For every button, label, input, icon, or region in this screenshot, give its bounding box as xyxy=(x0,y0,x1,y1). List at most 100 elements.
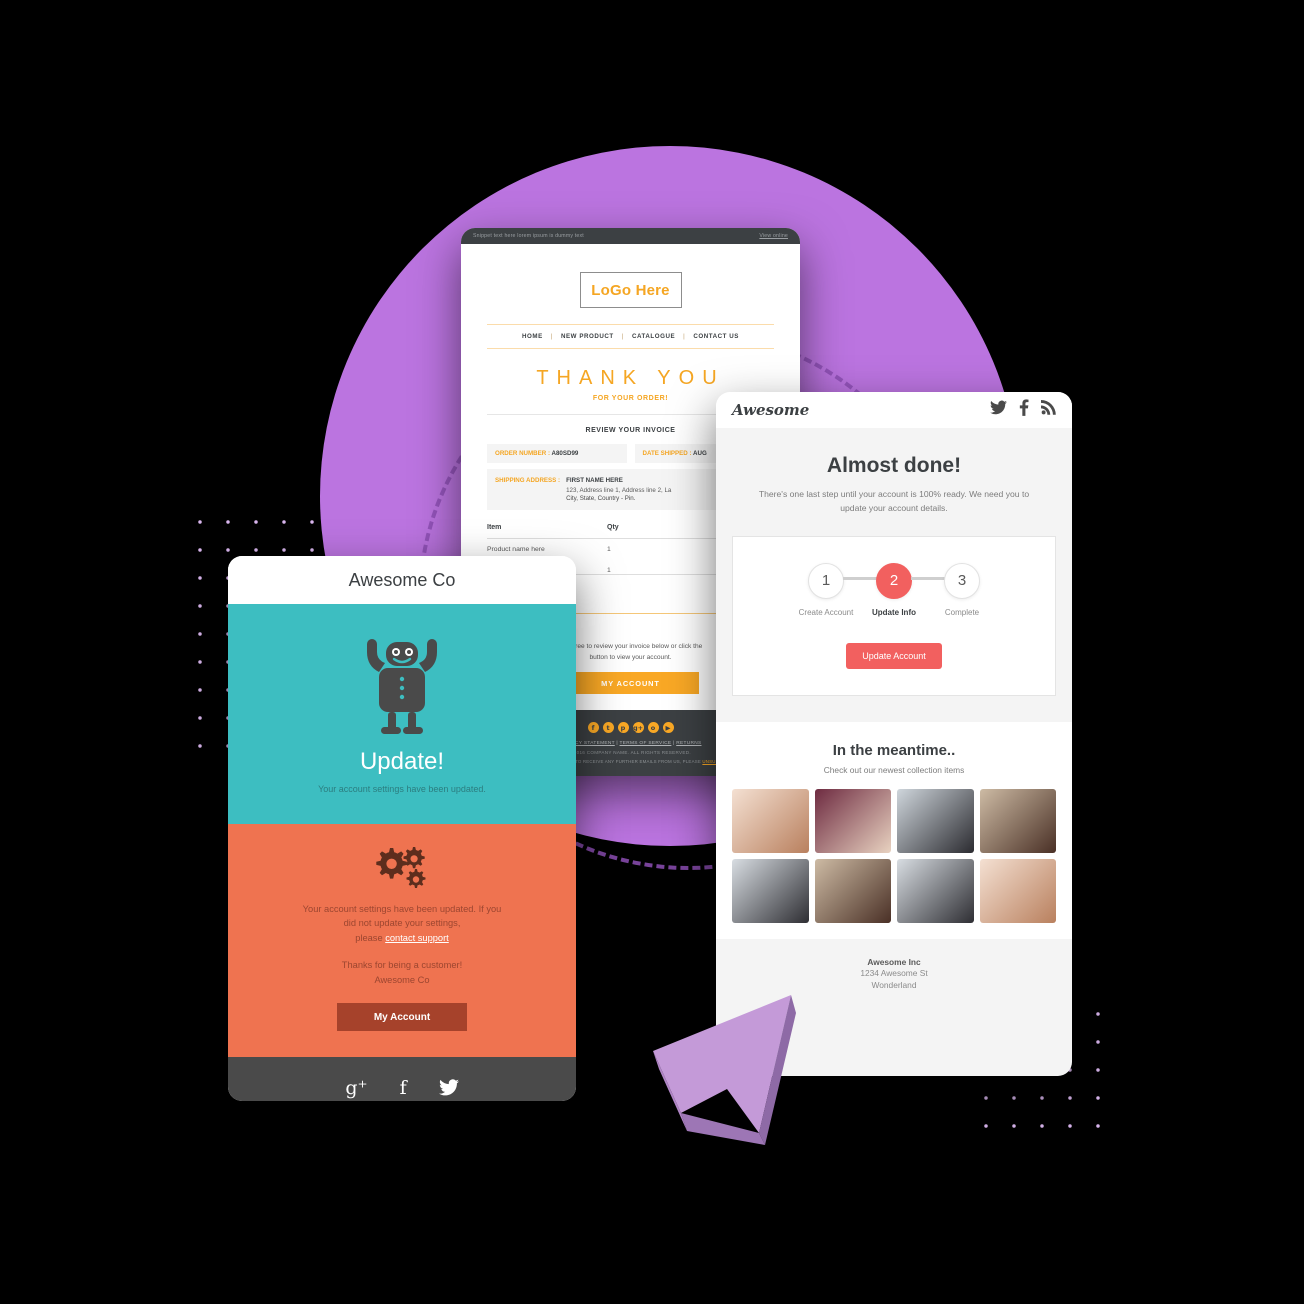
awesome-co-hero: Update! Your account settings have been … xyxy=(228,604,576,824)
progress-stepper: 1 Create Account 2 Update Info 3 Complet… xyxy=(733,562,1055,617)
my-account-button[interactable]: MY ACCOUNT xyxy=(562,672,699,695)
contact-support-link[interactable]: contact support xyxy=(385,933,449,943)
facebook-icon[interactable]: f xyxy=(587,722,599,734)
collection-gallery xyxy=(732,788,1056,923)
meantime-section: In the meantime.. Check out our newest c… xyxy=(716,721,1072,939)
almost-done-hero: Almost done! There's one last step until… xyxy=(716,428,1072,516)
almost-done-title: Almost done! xyxy=(826,454,962,477)
awesome-logo: Awesome xyxy=(732,401,810,419)
footer-company-name: Awesome Inc xyxy=(867,956,921,967)
awesome-co-message: Your account settings have been updated.… xyxy=(258,902,546,945)
twitter-icon[interactable] xyxy=(990,400,1007,420)
shipping-line-2: City, State, Country - Pin. xyxy=(566,495,636,503)
nav-item-catalogue[interactable]: CATALOGUE xyxy=(632,333,675,340)
update-subheading: Your account settings have been updated. xyxy=(318,784,486,794)
cell-item: Product name here xyxy=(487,546,545,554)
woman-drinking-photo[interactable] xyxy=(979,858,1056,923)
thanks-line-2: Awesome Co xyxy=(374,974,430,985)
red-shoes-photo[interactable] xyxy=(897,788,974,853)
invoice-preheader: Snippet text here lorem ipsum is dummy t… xyxy=(461,228,800,244)
gears-icon xyxy=(376,847,426,888)
terms-of-service-link[interactable]: TERMS OF SERVICE xyxy=(620,741,672,746)
order-number-value: A80SD99 xyxy=(551,450,579,457)
twitter-icon[interactable]: t xyxy=(602,722,614,734)
nav-separator: | xyxy=(550,333,553,340)
footer-street: 1234 Awesome St xyxy=(860,967,928,978)
date-shipped-value: AUG xyxy=(693,450,707,457)
view-online-link[interactable]: View online xyxy=(759,233,788,239)
youtube-icon[interactable]: ▶ xyxy=(662,722,674,734)
step-2-bubble: 2 xyxy=(876,562,912,599)
rss-icon[interactable] xyxy=(1041,400,1056,420)
step-create-account[interactable]: 1 Create Account xyxy=(787,562,865,617)
thanks-line-1: Thanks for being a customer! xyxy=(341,960,463,971)
footer-separator: | xyxy=(673,741,675,747)
shipping-line-1: 123, Address line 1, Address line 2, La xyxy=(566,487,672,494)
instagram-icon[interactable]: o xyxy=(647,722,659,734)
awesome-co-email-card: Awesome Co Update! Your account settings… xyxy=(228,556,576,1101)
step-2-label: Update Info xyxy=(872,607,916,617)
returns-link[interactable]: RETURNS xyxy=(676,741,701,746)
almost-done-email-card: Awesome Almost done! There's one last st… xyxy=(716,392,1072,1076)
awesome-co-footer: g⁺ f View in browser | Unsubscribe | Con… xyxy=(228,1057,576,1101)
invoice-nav: HOME | NEW PRODUCT | CATALOGUE | CONTACT… xyxy=(487,324,774,349)
awesome-co-thanks: Thanks for being a customer! Awesome Co xyxy=(258,958,546,987)
sunglasses-portrait-photo[interactable] xyxy=(814,858,891,923)
leather-jacket-photo[interactable] xyxy=(732,858,809,923)
step-3-label: Complete xyxy=(944,607,980,617)
shipping-address-label: SHIPPING ADDRESS : xyxy=(495,477,561,484)
cell-qty: 1 xyxy=(607,567,611,575)
nav-item-contact-us[interactable]: CONTACT US xyxy=(693,333,739,340)
twitter-bird-icon xyxy=(438,1079,459,1096)
shipping-name: FIRST NAME HERE xyxy=(566,477,623,484)
update-account-button[interactable]: Update Account xyxy=(846,642,942,669)
shipping-address-value: FIRST NAME HERE 123, Address line 1, Add… xyxy=(566,477,671,502)
step-1-label: Create Account xyxy=(798,607,854,617)
date-shipped-label: DATE SHIPPED : xyxy=(642,450,692,457)
robot-icon xyxy=(367,639,437,734)
twitter-icon[interactable] xyxy=(438,1079,459,1100)
pinterest-icon[interactable]: p xyxy=(617,722,629,734)
nav-separator: | xyxy=(683,333,686,340)
googleplus-icon[interactable]: g⁺ xyxy=(345,1079,367,1100)
awesome-co-header: Awesome Co xyxy=(228,556,576,604)
leather-jacket-photo[interactable] xyxy=(897,858,974,923)
woman-drinking-photo[interactable] xyxy=(732,788,809,853)
step-3-bubble: 3 xyxy=(944,562,980,599)
almost-done-social-row xyxy=(990,399,1056,421)
update-heading: Update! xyxy=(359,748,445,775)
hat-detail-photo[interactable] xyxy=(814,788,891,853)
progress-card: 1 Create Account 2 Update Info 3 Complet… xyxy=(732,535,1056,696)
order-number-chip: ORDER NUMBER : A80SD99 xyxy=(487,444,627,463)
almost-done-header: Awesome xyxy=(716,392,1072,428)
cell-qty: 1 xyxy=(607,546,611,554)
message-line-1: Your account settings have been updated.… xyxy=(302,904,502,914)
googleplus-icon[interactable]: g+ xyxy=(632,722,644,734)
meantime-subtitle: Check out our newest collection items xyxy=(823,764,965,775)
footer-separator: | xyxy=(616,741,618,747)
please-prefix: please xyxy=(355,932,386,943)
nav-item-home[interactable]: HOME xyxy=(522,333,543,340)
invoice-snippet-text: Snippet text here lorem ipsum is dummy t… xyxy=(473,233,584,239)
mouse-pointer-cursor xyxy=(653,995,796,1145)
column-header-qty: Qty xyxy=(607,524,619,532)
awesome-co-body: Your account settings have been updated.… xyxy=(228,824,576,1058)
facebook-icon[interactable]: f xyxy=(400,1079,407,1100)
thank-you-heading: THANK YOU xyxy=(536,367,725,389)
step-complete[interactable]: 3 Complete xyxy=(923,562,1001,617)
step-update-info[interactable]: 2 Update Info xyxy=(855,562,933,617)
logo-placeholder: LoGo Here xyxy=(579,272,682,308)
my-account-button[interactable]: My Account xyxy=(337,1003,467,1032)
nav-item-new-product[interactable]: NEW PRODUCT xyxy=(561,333,614,340)
meantime-title: In the meantime.. xyxy=(832,741,956,759)
message-line-3: please contact support xyxy=(258,931,546,945)
message-line-2: did not update your settings, xyxy=(343,918,461,929)
composition-stage: Snippet text here lorem ipsum is dummy t… xyxy=(0,0,1304,1304)
awesome-co-social-row: g⁺ f xyxy=(228,1079,576,1100)
facebook-icon[interactable] xyxy=(1019,399,1029,421)
sunglasses-portrait-photo[interactable] xyxy=(979,788,1056,853)
nav-separator: | xyxy=(621,333,624,340)
almost-done-subtitle: There's one last step until your account… xyxy=(758,489,1030,513)
awesome-co-title: Awesome Co xyxy=(348,569,456,590)
order-number-label: ORDER NUMBER : xyxy=(495,450,550,457)
